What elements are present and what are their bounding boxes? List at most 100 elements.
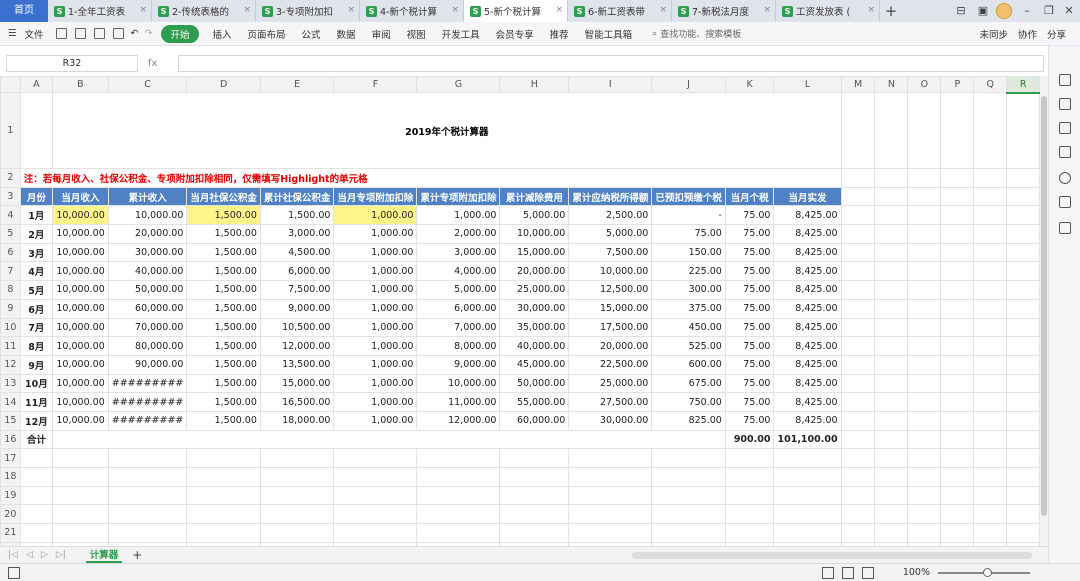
- cell[interactable]: [907, 467, 942, 487]
- cell[interactable]: [1006, 523, 1040, 543]
- value-cell[interactable]: 11,000.00: [416, 392, 501, 412]
- cell[interactable]: [907, 373, 942, 394]
- table-header-cell[interactable]: 累计减除费用: [499, 186, 570, 207]
- cell[interactable]: [840, 261, 876, 282]
- cell[interactable]: [52, 467, 109, 487]
- cell[interactable]: [874, 336, 909, 356]
- value-cell[interactable]: 13,500.00: [259, 354, 335, 375]
- cell[interactable]: [907, 523, 942, 543]
- value-cell[interactable]: 40,000.00: [107, 261, 188, 282]
- row-header[interactable]: 6: [0, 242, 21, 263]
- value-cell[interactable]: 22,500.00: [568, 354, 653, 375]
- cell[interactable]: [416, 504, 501, 525]
- cell[interactable]: [186, 504, 261, 525]
- value-cell[interactable]: 20,000.00: [499, 261, 570, 282]
- prev-sheet-icon[interactable]: ◁: [26, 550, 33, 560]
- value-cell[interactable]: #########: [107, 392, 188, 412]
- cell[interactable]: [940, 205, 975, 226]
- value-cell[interactable]: 1,000.00: [333, 410, 418, 431]
- value-cell[interactable]: 8,425.00: [773, 280, 842, 300]
- menu-icon[interactable]: ☰: [0, 28, 25, 39]
- value-cell[interactable]: 1,500.00: [186, 242, 261, 263]
- cell[interactable]: [973, 392, 1008, 412]
- value-cell[interactable]: 75.00: [724, 410, 775, 431]
- share-button[interactable]: 分享: [1047, 27, 1066, 41]
- column-header[interactable]: D: [186, 76, 261, 93]
- cell[interactable]: [940, 523, 975, 543]
- value-cell[interactable]: 70,000.00: [107, 317, 188, 338]
- value-cell[interactable]: 3,000.00: [416, 242, 501, 263]
- formula-input[interactable]: [178, 54, 1044, 72]
- cell[interactable]: [840, 298, 876, 319]
- cell[interactable]: [907, 205, 942, 226]
- cell[interactable]: [940, 410, 975, 431]
- cell[interactable]: [840, 205, 876, 226]
- cell[interactable]: [907, 298, 942, 319]
- cell[interactable]: [874, 298, 909, 319]
- normal-view-icon[interactable]: [822, 567, 834, 579]
- value-cell[interactable]: 75.00: [724, 280, 775, 300]
- cell[interactable]: [651, 504, 726, 525]
- cell[interactable]: [1006, 410, 1040, 431]
- value-cell[interactable]: 18,000.00: [259, 410, 335, 431]
- cell[interactable]: [973, 504, 1008, 525]
- ribbon-tab[interactable]: 数据: [329, 27, 364, 41]
- export-icon[interactable]: [74, 28, 86, 39]
- cell[interactable]: [724, 467, 775, 487]
- ribbon-tab[interactable]: 开发工具: [434, 27, 488, 41]
- cell[interactable]: [186, 485, 261, 506]
- ribbon-tab[interactable]: 推荐: [542, 27, 577, 41]
- cell[interactable]: [52, 504, 109, 525]
- value-cell[interactable]: 10,000.00: [416, 373, 501, 394]
- table-header-cell[interactable]: 累计专项附加扣除: [416, 186, 501, 207]
- cell[interactable]: [973, 336, 1008, 356]
- tab-close-icon[interactable]: ×: [555, 5, 563, 15]
- undo-icon[interactable]: ↶: [128, 28, 142, 39]
- value-cell[interactable]: 10,000.00: [52, 224, 109, 244]
- row-header[interactable]: 18: [0, 467, 21, 487]
- ribbon-tab[interactable]: 智能工具箱: [577, 27, 641, 41]
- vertical-scrollbar[interactable]: [1040, 76, 1048, 546]
- value-cell[interactable]: 8,425.00: [773, 224, 842, 244]
- row-header[interactable]: 11: [0, 336, 21, 356]
- cell[interactable]: [568, 523, 653, 543]
- month-cell[interactable]: 2月: [19, 224, 54, 244]
- cell[interactable]: [840, 280, 876, 300]
- table-header-cell[interactable]: 累计收入: [107, 186, 188, 207]
- cell[interactable]: [973, 373, 1008, 394]
- cell[interactable]: [973, 261, 1008, 282]
- value-cell[interactable]: 150.00: [651, 242, 726, 263]
- value-cell[interactable]: 1,500.00: [186, 224, 261, 244]
- cell[interactable]: [1006, 261, 1040, 282]
- cell[interactable]: [907, 186, 942, 207]
- cell[interactable]: [1006, 448, 1040, 468]
- column-header[interactable]: M: [840, 76, 876, 93]
- cell[interactable]: [499, 448, 570, 468]
- cell[interactable]: [874, 485, 909, 506]
- value-cell[interactable]: 1,500.00: [186, 205, 261, 226]
- cell[interactable]: [940, 373, 975, 394]
- cell[interactable]: [907, 354, 942, 375]
- value-cell[interactable]: 1,500.00: [186, 298, 261, 319]
- month-cell[interactable]: 4月: [19, 261, 54, 282]
- cell[interactable]: [940, 448, 975, 468]
- cell[interactable]: [773, 448, 842, 468]
- cell[interactable]: [973, 410, 1008, 431]
- cell[interactable]: [840, 186, 876, 207]
- cell[interactable]: [416, 467, 501, 487]
- cell[interactable]: [651, 448, 726, 468]
- row-header[interactable]: 9: [0, 298, 21, 319]
- cell[interactable]: [724, 485, 775, 506]
- cell[interactable]: [1006, 467, 1040, 487]
- ribbon-tab[interactable]: 页面布局: [240, 27, 294, 41]
- cell[interactable]: [1006, 336, 1040, 356]
- value-cell[interactable]: 4,000.00: [416, 261, 501, 282]
- cell[interactable]: [840, 410, 876, 431]
- ribbon-tab[interactable]: 公式: [294, 27, 329, 41]
- value-cell[interactable]: 30,000.00: [499, 298, 570, 319]
- row-header[interactable]: 8: [0, 280, 21, 300]
- cell[interactable]: [773, 467, 842, 487]
- tab-close-icon[interactable]: ×: [451, 5, 459, 15]
- value-cell[interactable]: 10,000.00: [107, 205, 188, 226]
- cell[interactable]: [840, 467, 876, 487]
